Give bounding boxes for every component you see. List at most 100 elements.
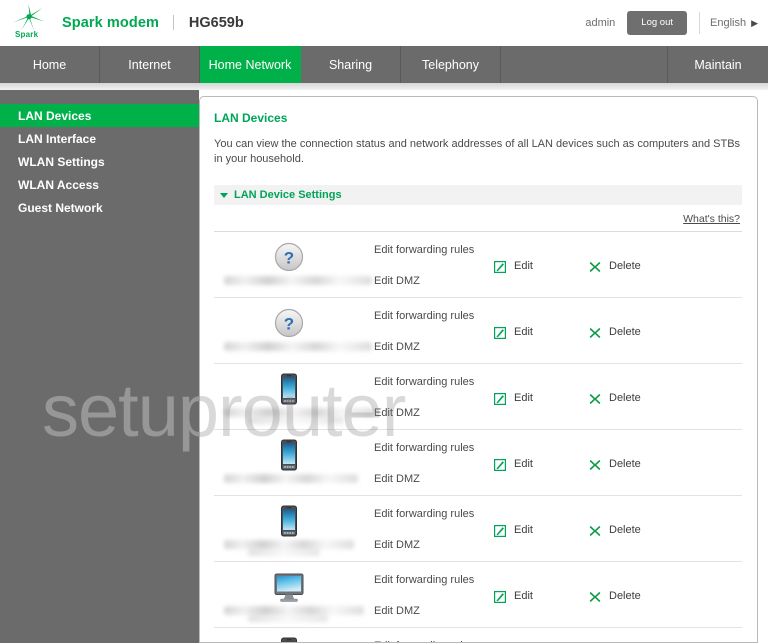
delete-x-icon[interactable] [589, 458, 601, 470]
edit-button-label[interactable]: Edit [514, 326, 533, 338]
nav-tab-maintain[interactable]: Maintain [668, 46, 768, 83]
delete-x-icon[interactable] [589, 524, 601, 536]
edit-pencil-icon [494, 590, 507, 603]
edit-pencil-icon [494, 392, 507, 405]
edit-forwarding-rules-link[interactable]: Edit forwarding rules [374, 375, 494, 389]
edit-dmz-link[interactable]: Edit DMZ [374, 472, 494, 486]
delete-button-label[interactable]: Delete [609, 458, 641, 470]
delete-x-icon[interactable] [589, 392, 601, 404]
device-link-cell: Edit forwarding rules Edit DMZ [374, 364, 494, 429]
nav-tab-sharing[interactable]: Sharing [301, 46, 401, 83]
sidebar-item-label: WLAN Settings [18, 154, 105, 169]
nav-tab-label: Home Network [208, 57, 292, 72]
nav-tab-home-network[interactable]: Home Network [200, 46, 301, 83]
delete-x-icon [589, 591, 601, 602]
edit-pencil-icon[interactable] [494, 524, 507, 537]
device-name-redacted [224, 606, 364, 615]
device-edit-action[interactable]: Edit [494, 298, 589, 363]
device-delete-action[interactable]: Delete [589, 496, 641, 561]
device-link-cell: Edit forwarding rules Edit DMZ [374, 232, 494, 297]
sidebar-item-wlan-access[interactable]: WLAN Access [0, 173, 199, 196]
delete-x-icon [589, 393, 601, 404]
edit-pencil-icon[interactable] [494, 260, 507, 273]
edit-button-label[interactable]: Edit [514, 524, 533, 536]
device-delete-action[interactable]: Delete [589, 364, 641, 429]
edit-button-label[interactable]: Edit [514, 260, 533, 272]
device-delete-action[interactable]: Delete [589, 232, 641, 297]
table-row: Edit forwarding rules Edit DMZ Edit Delete [214, 562, 742, 628]
delete-x-icon[interactable] [589, 260, 601, 272]
sidebar-item-lan-interface[interactable]: LAN Interface [0, 127, 199, 150]
nav-tab-telephony[interactable]: Telephony [401, 46, 501, 83]
edit-forwarding-rules-link[interactable]: Edit forwarding rules [374, 309, 494, 323]
language-selector[interactable]: English ▶ [710, 17, 758, 29]
header-controls: admin Log out English ▶ [585, 11, 768, 35]
whats-this-link[interactable]: What's this? [683, 213, 740, 225]
sidebar-item-label: Guest Network [18, 200, 103, 215]
delete-x-icon[interactable] [589, 326, 601, 338]
nav-tab-home[interactable]: Home [0, 46, 100, 83]
table-row: ? Edit forwarding rules Edit DMZ Edit Delete [214, 298, 742, 364]
delete-button-label[interactable]: Delete [609, 590, 641, 602]
sidebar-item-wlan-settings[interactable]: WLAN Settings [0, 150, 199, 173]
logout-button[interactable]: Log out [627, 11, 687, 35]
lan-device-list: ? Edit forwarding rules Edit DMZ Edit Delete… [214, 232, 742, 642]
section-title: LAN Device Settings [234, 189, 342, 201]
language-label: English [710, 17, 747, 29]
device-delete-action[interactable]: Delete [589, 430, 641, 495]
delete-button-label[interactable]: Delete [609, 524, 641, 536]
edit-dmz-link[interactable]: Edit DMZ [374, 538, 494, 552]
device-delete-action[interactable]: Delete [589, 298, 641, 363]
device-edit-action[interactable]: Edit [494, 628, 589, 642]
edit-forwarding-rules-link[interactable]: Edit forwarding rules [374, 573, 494, 587]
nav-tab-internet[interactable]: Internet [100, 46, 200, 83]
mobile-phone-icon [272, 372, 306, 406]
device-edit-action[interactable]: Edit [494, 364, 589, 429]
edit-forwarding-rules-link[interactable]: Edit forwarding rules [374, 243, 494, 257]
delete-button-label[interactable]: Delete [609, 392, 641, 404]
delete-x-icon[interactable] [589, 590, 601, 602]
delete-button-label[interactable]: Delete [609, 326, 641, 338]
device-identity-cell [214, 364, 374, 429]
table-row: Edit forwarding rules Edit DMZ Edit Delete [214, 430, 742, 496]
sidebar-item-label: WLAN Access [18, 177, 99, 192]
edit-pencil-icon[interactable] [494, 326, 507, 339]
mobile-phone-icon [272, 438, 306, 472]
nav-tab-label: Sharing [328, 57, 373, 72]
sidebar-item-lan-devices[interactable]: LAN Devices [0, 104, 199, 127]
device-delete-action[interactable]: Delete [589, 628, 641, 642]
spark-logo-icon [13, 4, 44, 31]
edit-button-label[interactable]: Edit [514, 392, 533, 404]
edit-pencil-icon[interactable] [494, 458, 507, 471]
device-edit-action[interactable]: Edit [494, 496, 589, 561]
device-edit-action[interactable]: Edit [494, 430, 589, 495]
chevron-right-icon: ▶ [751, 17, 758, 28]
device-link-cell: Edit forwarding rules Edit DMZ [374, 496, 494, 561]
edit-pencil-icon [494, 524, 507, 537]
device-delete-action[interactable]: Delete [589, 562, 641, 627]
edit-button-label[interactable]: Edit [514, 458, 533, 470]
edit-dmz-link[interactable]: Edit DMZ [374, 406, 494, 420]
edit-dmz-link[interactable]: Edit DMZ [374, 604, 494, 618]
sidebar-item-guest-network[interactable]: Guest Network [0, 196, 199, 219]
device-edit-action[interactable]: Edit [494, 562, 589, 627]
edit-forwarding-rules-link[interactable]: Edit forwarding rules [374, 639, 494, 642]
brand-logo[interactable]: Spark [0, 0, 62, 46]
edit-forwarding-rules-link[interactable]: Edit forwarding rules [374, 441, 494, 455]
edit-dmz-link[interactable]: Edit DMZ [374, 340, 494, 354]
delete-button-label[interactable]: Delete [609, 260, 641, 272]
device-edit-action[interactable]: Edit [494, 232, 589, 297]
device-identity-cell: ? [214, 232, 374, 297]
edit-dmz-link[interactable]: Edit DMZ [374, 274, 494, 288]
section-header: LAN Device Settings [214, 185, 742, 205]
device-name-redacted-line2 [248, 615, 328, 622]
edit-pencil-icon[interactable] [494, 392, 507, 405]
content-card: LAN Devices You can view the connection … [199, 96, 758, 643]
edit-button-label[interactable]: Edit [514, 590, 533, 602]
whats-this-row: What's this? [214, 205, 742, 232]
chevron-down-icon[interactable] [220, 192, 228, 198]
edit-pencil-icon[interactable] [494, 590, 507, 603]
model-name: HG659b [188, 15, 244, 31]
edit-forwarding-rules-link[interactable]: Edit forwarding rules [374, 507, 494, 521]
device-name-redacted-line2 [248, 549, 320, 556]
